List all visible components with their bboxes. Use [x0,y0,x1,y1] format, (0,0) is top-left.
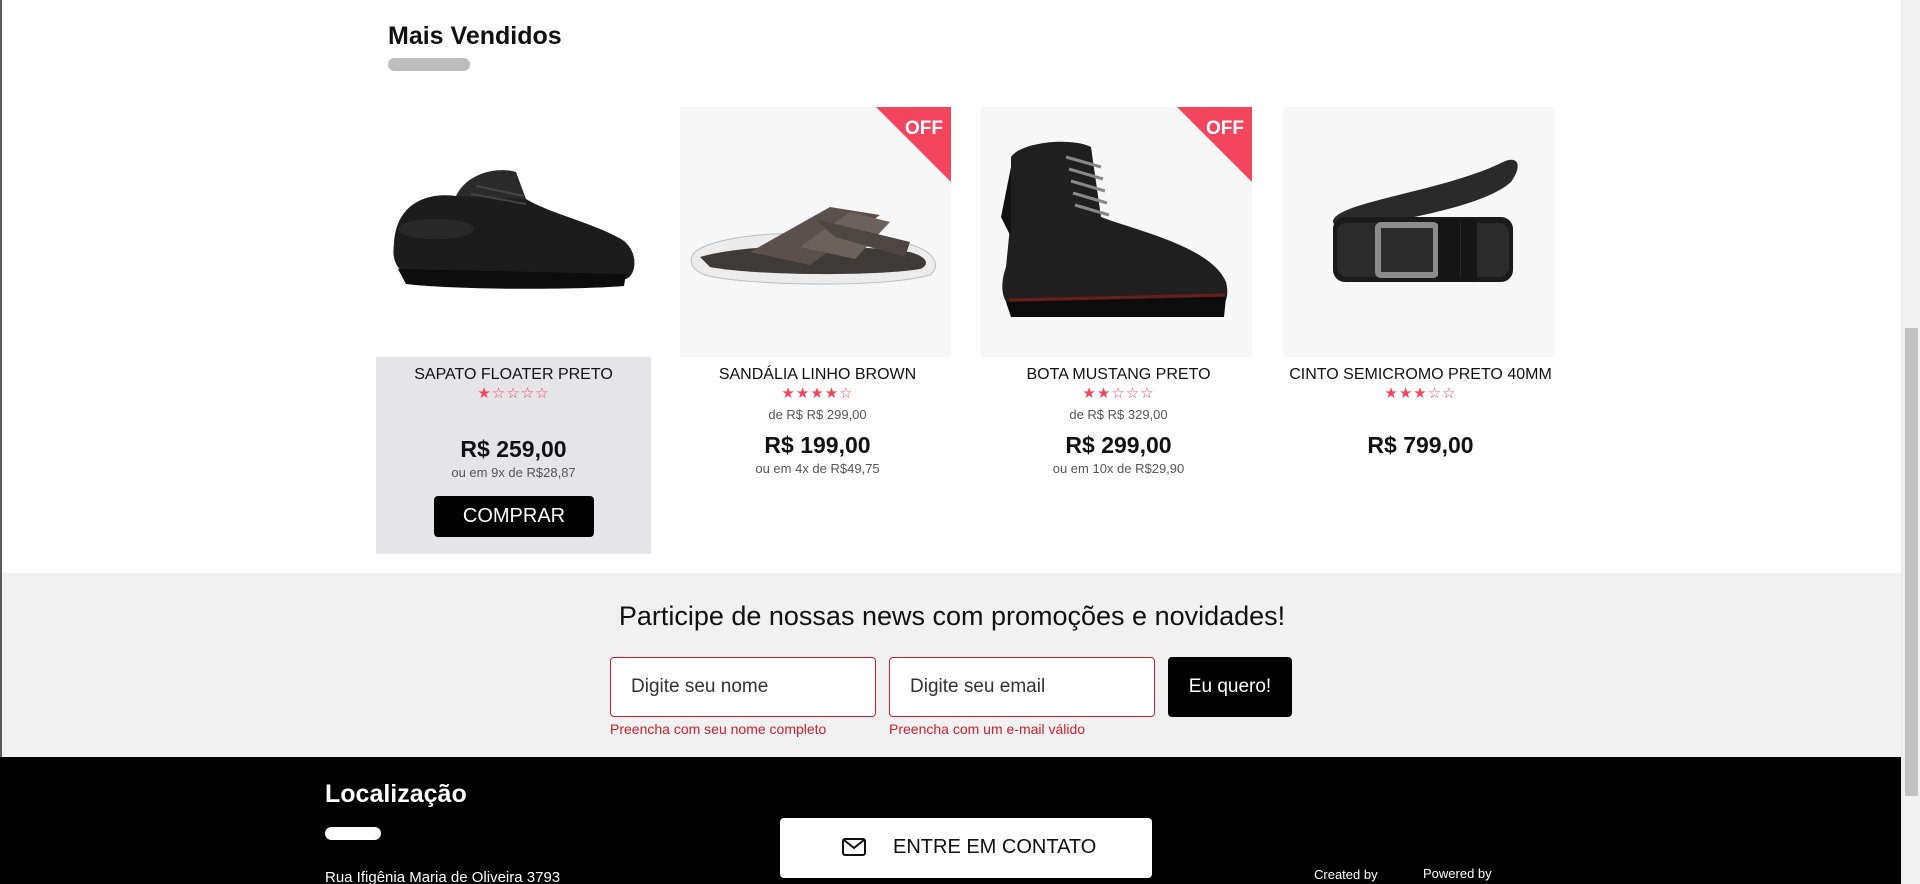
contact-button-label: ENTRE EM CONTATO [893,836,1097,858]
subscribe-button[interactable]: Eu quero! [1168,657,1292,717]
product-price: R$ 199,00 [764,432,871,458]
scrollbar[interactable] [1901,0,1920,884]
location-title: Localização [325,780,467,808]
product-card[interactable]: OFF BOTA MUSTANG PRETO ★★☆☆☆ de R$ R$ 32… [981,104,1256,554]
installments: ou em 4x de R$49,75 [755,461,880,476]
product-image[interactable] [376,104,651,357]
address: Rua Ifigênia Maria de Oliveira 3793 [325,869,561,884]
location-title-underline [325,827,381,840]
belt-image [1333,159,1518,282]
section-title: Mais Vendidos [388,22,562,50]
email-input[interactable] [889,657,1155,717]
powered-by: Powered by [1423,866,1492,881]
off-badge-label: OFF [1206,118,1244,139]
name-error: Preencha com seu nome completo [610,721,827,737]
footer: Localização Rua Ifigênia Maria de Olivei… [0,757,1901,884]
newsletter-title: Participe de nossas news com promoções e… [618,601,1286,631]
installments: ou em 10x de R$29,90 [1052,461,1185,476]
product-price: R$ 799,00 [1367,432,1474,458]
installments: ou em 9x de R$28,87 [451,465,576,480]
product-name[interactable]: BOTA MUSTANG PRETO [981,366,1256,384]
product-card[interactable]: SAPATO FLOATER PRETO ★☆☆☆☆ R$ 259,00 ou … [376,104,651,554]
mail-icon [842,838,866,856]
product-image[interactable] [1283,107,1554,357]
product-image[interactable]: OFF [680,107,951,357]
product-price: R$ 299,00 [1065,432,1172,458]
old-price: de R$ R$ 329,00 [1069,407,1168,422]
rating-stars: ★★☆☆☆ [1082,385,1155,402]
name-input[interactable] [610,657,876,717]
rating-stars: ★★★★☆ [781,385,854,402]
product-name[interactable]: SAPATO FLOATER PRETO [376,366,651,384]
old-price: de R$ R$ 299,00 [768,407,867,422]
product-price: R$ 259,00 [460,436,567,462]
buy-button[interactable]: COMPRAR [434,496,594,537]
product-name[interactable]: CINTO SEMICROMO PRETO 40MM [1283,366,1558,384]
product-name[interactable]: SANDÁLIA LINHO BROWN [680,366,955,384]
section-title-underline [388,58,470,71]
product-card[interactable]: OFF SANDÁLIA LINHO BROWN ★★★★☆ de R$ R$ … [680,104,955,554]
product-card[interactable]: CINTO SEMICROMO PRETO 40MM ★★★☆☆ R$ 799,… [1283,104,1558,554]
rating-stars: ★★★☆☆ [1384,385,1457,402]
scrollbar-thumb[interactable] [1905,328,1918,796]
created-by: Created by [1314,867,1378,882]
product-image[interactable]: OFF [981,107,1252,357]
contact-button[interactable]: ENTRE EM CONTATO [780,818,1152,878]
newsletter-section: Participe de nossas news com promoções e… [2,573,1902,757]
email-error: Preencha com um e-mail válido [889,721,1086,737]
off-badge-label: OFF [905,118,943,139]
shoe-image [393,170,635,289]
rating-stars: ★☆☆☆☆ [477,385,550,402]
